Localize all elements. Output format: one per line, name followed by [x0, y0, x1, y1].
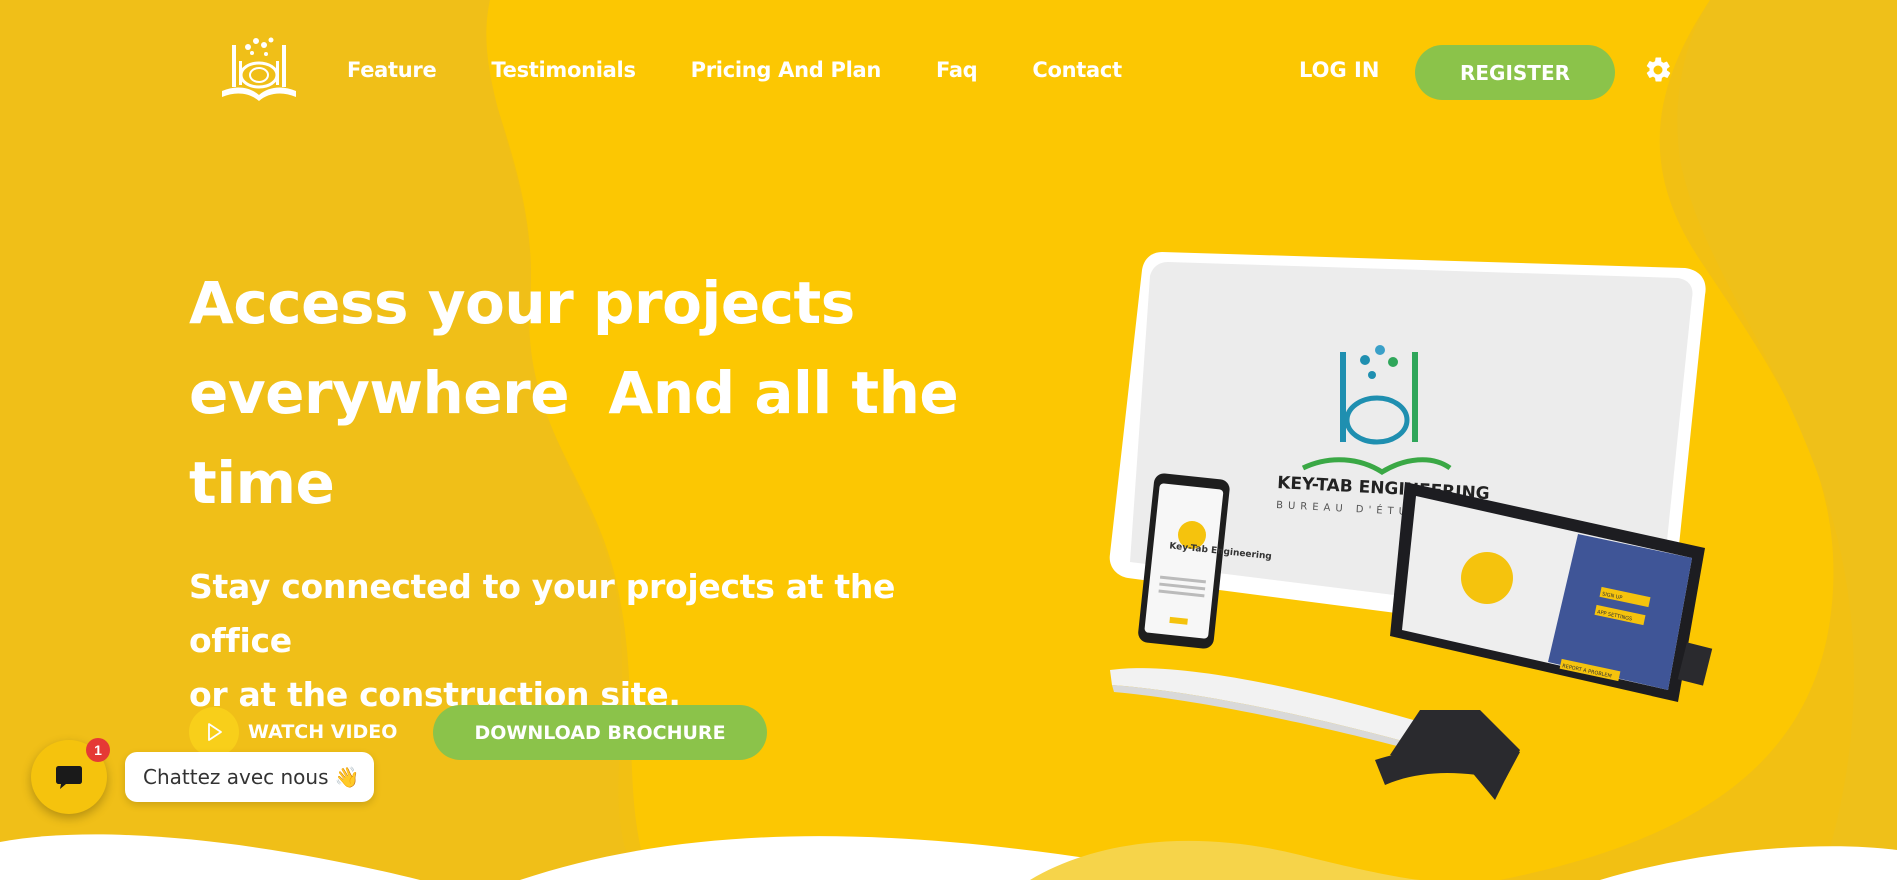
hero-subtitle-line: Stay connected to your projects at the o… — [189, 567, 896, 660]
register-button[interactable]: REGISTER — [1415, 45, 1615, 100]
hero-title: Access your projects everywhere And all … — [189, 258, 969, 528]
watch-video-label[interactable]: WATCH VIDEO — [248, 721, 397, 743]
devices-illustration: KEY-TAB ENGINEERING BUREAU D'ÉTUDE Key-T… — [1109, 252, 1713, 800]
play-icon[interactable] — [189, 707, 239, 757]
keytab-logo-icon[interactable] — [218, 33, 300, 107]
top-navbar: Feature Testimonials Pricing And Plan Fa… — [0, 0, 1897, 145]
nav-link-feature[interactable]: Feature — [347, 58, 437, 82]
login-link[interactable]: LOG IN — [1299, 58, 1379, 82]
gear-icon[interactable] — [1643, 55, 1673, 85]
chat-icon — [56, 766, 82, 789]
chat-invite-label[interactable]: Chattez avec nous 👋 — [125, 752, 374, 802]
chat-notification-badge: 1 — [86, 738, 110, 762]
bottom-wave — [0, 834, 1897, 880]
nav-link-faq[interactable]: Faq — [936, 58, 978, 82]
nav-link-testimonials[interactable]: Testimonials — [491, 58, 636, 82]
hero-title-line: everywhere And all the — [189, 359, 959, 427]
nav-link-contact[interactable]: Contact — [1032, 58, 1122, 82]
download-brochure-button[interactable]: DOWNLOAD BROCHURE — [433, 705, 767, 760]
waving-hand-icon: 👋 — [334, 765, 360, 789]
nav-link-pricing[interactable]: Pricing And Plan — [691, 58, 882, 82]
nav-links: Feature Testimonials Pricing And Plan Fa… — [347, 58, 1122, 82]
watch-video-button[interactable]: WATCH VIDEO — [189, 707, 397, 757]
hero-title-line: time — [189, 449, 335, 517]
hero-subtitle: Stay connected to your projects at the o… — [189, 560, 989, 722]
chat-invite-text: Chattez avec nous — [143, 765, 329, 789]
hero-title-line: Access your projects — [189, 269, 855, 337]
